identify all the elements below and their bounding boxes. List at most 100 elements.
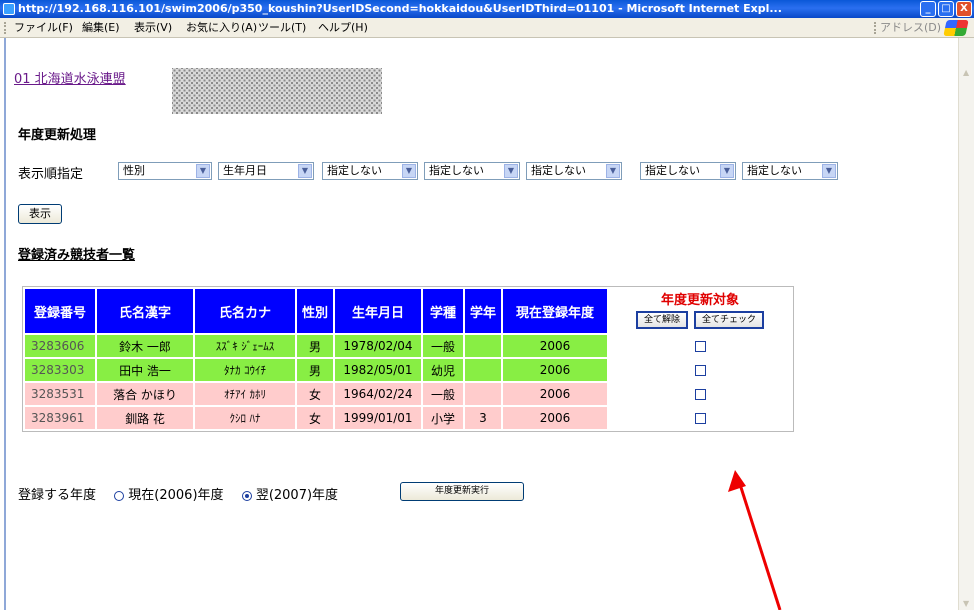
cell-reg-number: 3283606 xyxy=(25,335,95,357)
cell-name-kana: ｽｽﾞｷ ｼﾞｪｰﾑｽ xyxy=(195,335,295,357)
sort-label: 表示順指定 xyxy=(18,167,84,182)
chevron-down-icon[interactable]: ▼ xyxy=(402,164,416,178)
radio-current-year[interactable] xyxy=(114,490,125,501)
window-controls: _ □ X xyxy=(920,1,972,17)
minimize-button[interactable]: _ xyxy=(920,1,936,17)
address-grip[interactable] xyxy=(874,22,876,34)
table-row: 3283531 落合 かほり ｵﾁｱｲ ｶﾎﾘ 女 1964/02/24 一般 … xyxy=(25,383,791,405)
cell-school-type: 一般 xyxy=(423,383,463,405)
sort-select-5[interactable]: 指定しない ▼ xyxy=(526,162,622,180)
cell-name-kana: ｵﾁｱｲ ｶﾎﾘ xyxy=(195,383,295,405)
cell-grade: 3 xyxy=(465,407,501,429)
header-name-kana: 氏名カナ xyxy=(195,289,295,333)
close-button[interactable]: X xyxy=(956,1,972,17)
header-current-year: 現在登録年度 xyxy=(503,289,607,333)
cell-reg-number: 3283303 xyxy=(25,359,95,381)
radio-current-year-label[interactable]: 現在(2006)年度 xyxy=(128,488,223,503)
cell-update-target xyxy=(609,407,791,429)
scroll-up-icon[interactable]: ▲ xyxy=(963,68,969,77)
cell-grade xyxy=(465,359,501,381)
cell-name-kana: ﾀﾅｶ ｺｳｲﾁ xyxy=(195,359,295,381)
header-grade: 学年 xyxy=(465,289,501,333)
sort-select-5-value: 指定しない xyxy=(531,164,586,177)
cell-name-kanji: 田中 浩一 xyxy=(97,359,193,381)
header-birthdate: 生年月日 xyxy=(335,289,421,333)
display-button[interactable]: 表示 xyxy=(18,204,62,224)
cell-birthdate: 1978/02/04 xyxy=(335,335,421,357)
cell-school-type: 一般 xyxy=(423,335,463,357)
chevron-down-icon[interactable]: ▼ xyxy=(504,164,518,178)
chevron-down-icon[interactable]: ▼ xyxy=(606,164,620,178)
cell-sex: 女 xyxy=(297,383,333,405)
sort-select-6[interactable]: 指定しない ▼ xyxy=(640,162,736,180)
windows-logo-icon xyxy=(943,20,969,36)
year-selection: 登録する年度 現在(2006)年度 翌(2007)年度 xyxy=(18,484,338,503)
window-title: http://192.168.116.101/swim2006/p350_kou… xyxy=(18,2,782,15)
year-label: 登録する年度 xyxy=(18,488,97,503)
cell-school-type: 小学 xyxy=(423,407,463,429)
menu-view[interactable]: 表示(V) xyxy=(134,18,172,38)
cell-current-year: 2006 xyxy=(503,359,607,381)
menu-bar: ファイル(F) 編集(E) 表示(V) お気に入り(A) ツール(T) ヘルプ(… xyxy=(0,18,974,38)
cell-birthdate: 1964/02/24 xyxy=(335,383,421,405)
menu-tools[interactable]: ツール(T) xyxy=(258,18,306,38)
sort-select-4[interactable]: 指定しない ▼ xyxy=(424,162,520,180)
menu-edit[interactable]: 編集(E) xyxy=(82,18,120,38)
scroll-down-icon[interactable]: ▼ xyxy=(963,599,969,608)
target-buttons: 全て解除 全てチェック xyxy=(609,311,791,329)
chevron-down-icon[interactable]: ▼ xyxy=(720,164,734,178)
header-name-kanji: 氏名漢字 xyxy=(97,289,193,333)
cell-sex: 女 xyxy=(297,407,333,429)
cell-reg-number: 3283961 xyxy=(25,407,95,429)
sort-select-1[interactable]: 性別 ▼ xyxy=(118,162,212,180)
menu-file[interactable]: ファイル(F) xyxy=(14,18,73,38)
menu-help[interactable]: ヘルプ(H) xyxy=(318,18,368,38)
cell-school-type: 幼児 xyxy=(423,359,463,381)
update-checkbox[interactable] xyxy=(694,365,706,376)
window-title-bar[interactable]: http://192.168.116.101/swim2006/p350_kou… xyxy=(0,0,974,18)
update-checkbox[interactable] xyxy=(694,341,706,352)
sort-select-4-value: 指定しない xyxy=(429,164,484,177)
check-all-button[interactable]: 全てチェック xyxy=(694,311,765,329)
cell-update-target xyxy=(609,383,791,405)
target-buttons-cell: 全て解除 全てチェック xyxy=(609,311,791,333)
cell-update-target xyxy=(609,335,791,357)
sort-select-2[interactable]: 生年月日 ▼ xyxy=(218,162,314,180)
cell-sex: 男 xyxy=(297,359,333,381)
cell-sex: 男 xyxy=(297,335,333,357)
execute-update-button[interactable]: 年度更新実行 xyxy=(400,482,524,501)
table-row: 3283606 鈴木 一郎 ｽｽﾞｷ ｼﾞｪｰﾑｽ 男 1978/02/04 一… xyxy=(25,335,791,357)
cell-current-year: 2006 xyxy=(503,335,607,357)
toolbar-grip[interactable] xyxy=(4,22,7,34)
header-school-type: 学種 xyxy=(423,289,463,333)
vertical-scrollbar[interactable]: ▲ ▼ xyxy=(958,38,974,610)
sort-select-7[interactable]: 指定しない ▼ xyxy=(742,162,838,180)
sort-select-3-value: 指定しない xyxy=(327,164,382,177)
chevron-down-icon[interactable]: ▼ xyxy=(298,164,312,178)
chevron-down-icon[interactable]: ▼ xyxy=(196,164,210,178)
menu-favorites[interactable]: お気に入り(A) xyxy=(186,18,257,38)
radio-next-year-label[interactable]: 翌(2007)年度 xyxy=(256,488,338,503)
registered-athletes-table: 登録番号 氏名漢字 氏名カナ 性別 生年月日 学種 学年 現在登録年度 年度更新… xyxy=(22,286,794,432)
uncheck-all-button[interactable]: 全て解除 xyxy=(635,311,688,329)
header-reg-number: 登録番号 xyxy=(25,289,95,333)
cell-birthdate: 1999/01/01 xyxy=(335,407,421,429)
cell-grade xyxy=(465,335,501,357)
list-title: 登録済み競技者一覧 xyxy=(18,248,136,263)
radio-next-year[interactable] xyxy=(241,490,252,501)
cell-reg-number: 3283531 xyxy=(25,383,95,405)
chevron-down-icon[interactable]: ▼ xyxy=(822,164,836,178)
org-link[interactable]: 01 北海道水泳連盟 xyxy=(14,68,126,87)
address-label[interactable]: アドレス(D) xyxy=(880,18,941,38)
update-checkbox[interactable] xyxy=(694,413,706,424)
maximize-button[interactable]: □ xyxy=(938,1,954,17)
update-checkbox[interactable] xyxy=(694,389,706,400)
cell-grade xyxy=(465,383,501,405)
ie-icon xyxy=(3,3,15,15)
sort-select-3[interactable]: 指定しない ▼ xyxy=(322,162,418,180)
header-sex: 性別 xyxy=(297,289,333,333)
table-row: 3283303 田中 浩一 ﾀﾅｶ ｺｳｲﾁ 男 1982/05/01 幼児 2… xyxy=(25,359,791,381)
sort-select-7-value: 指定しない xyxy=(747,164,802,177)
cell-name-kanji: 釧路 花 xyxy=(97,407,193,429)
cell-birthdate: 1982/05/01 xyxy=(335,359,421,381)
